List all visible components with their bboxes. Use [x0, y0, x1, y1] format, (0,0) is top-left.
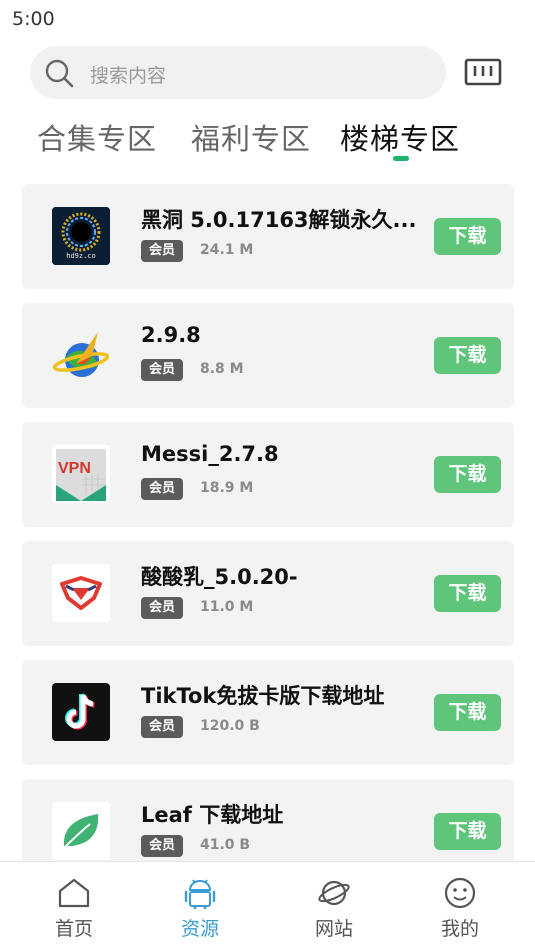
- tiktok-app-icon: [52, 683, 110, 741]
- app-size: 18.9 M: [200, 480, 254, 496]
- nav-resources[interactable]: 资源: [150, 876, 250, 941]
- member-badge: 会员: [141, 359, 184, 381]
- app-size: 24.1 M: [200, 242, 254, 258]
- app-name: Leaf 下载地址: [141, 803, 284, 827]
- scan-icon[interactable]: [464, 56, 502, 88]
- member-badge: 会员: [141, 597, 184, 619]
- download-button[interactable]: 下载: [434, 218, 501, 255]
- nav-websites-label: 网站: [314, 918, 353, 940]
- app-name: Messi_2.7.8: [141, 442, 279, 466]
- red-emblem-app-icon: [52, 564, 110, 622]
- bottom-nav: 首页 资源 网站 我的: [0, 861, 535, 951]
- download-button[interactable]: 下载: [434, 456, 501, 493]
- list-item[interactable]: VPN Messi_2.7.8 会员 18.9 M 下载: [22, 422, 514, 527]
- app-name: 酸酸乳_5.0.20-: [141, 565, 298, 589]
- app-name: 黑洞 5.0.17163解锁永久...: [141, 208, 417, 232]
- vpn-shield-app-icon: VPN: [52, 445, 110, 503]
- smiley-icon: [444, 877, 476, 909]
- app-name: TikTok免拔卡版下载地址: [141, 684, 385, 708]
- member-badge: 会员: [141, 478, 184, 500]
- member-badge: 会员: [141, 835, 184, 857]
- search-icon: [45, 59, 74, 88]
- black-hole-app-icon: hd9z.co: [52, 207, 110, 265]
- globe-rocket-app-icon: [52, 326, 110, 384]
- status-time: 5:00: [12, 8, 55, 30]
- nav-websites[interactable]: 网站: [284, 876, 384, 941]
- member-badge: 会员: [141, 716, 184, 738]
- download-button[interactable]: 下载: [434, 694, 501, 731]
- download-button[interactable]: 下载: [434, 337, 501, 374]
- app-size: 8.8 M: [200, 361, 244, 377]
- download-button[interactable]: 下载: [434, 575, 501, 612]
- list-item[interactable]: TikTok免拔卡版下载地址 会员 120.0 B 下载: [22, 660, 514, 765]
- download-button[interactable]: 下载: [434, 813, 501, 850]
- vpn-icon-text: VPN: [58, 460, 91, 477]
- list-item[interactable]: 酸酸乳_5.0.20- 会员 11.0 M 下载: [22, 541, 514, 646]
- black-hole-icon-text: hd9z.co: [66, 252, 96, 260]
- home-icon: [58, 878, 90, 908]
- list-item[interactable]: hd9z.co 黑洞 5.0.17163解锁永久... 会员 24.1 M 下载: [22, 184, 514, 289]
- search-row: 搜索内容: [30, 46, 505, 100]
- app-size: 41.0 B: [200, 837, 251, 853]
- app-name: 2.9.8: [141, 323, 201, 347]
- tab-collection[interactable]: 合集专区: [37, 116, 157, 158]
- tab-welfare[interactable]: 福利专区: [191, 116, 311, 158]
- nav-mine[interactable]: 我的: [410, 876, 510, 941]
- app-size: 120.0 B: [200, 718, 260, 734]
- app-size: 11.0 M: [200, 599, 254, 615]
- leaf-app-icon: [52, 802, 110, 860]
- nav-mine-label: 我的: [440, 918, 479, 940]
- category-tabs: 合集专区 福利专区 楼梯专区: [0, 116, 535, 166]
- tab-ladder[interactable]: 楼梯专区: [340, 116, 460, 158]
- search-placeholder: 搜索内容: [90, 65, 167, 87]
- planet-icon: [318, 880, 350, 906]
- nav-home[interactable]: 首页: [24, 876, 124, 941]
- tab-active-indicator: [393, 156, 409, 161]
- search-input[interactable]: 搜索内容: [30, 46, 446, 99]
- nav-home-label: 首页: [54, 918, 93, 940]
- member-badge: 会员: [141, 240, 184, 262]
- android-icon: [184, 879, 216, 909]
- list-item[interactable]: 2.9.8 会员 8.8 M 下载: [22, 303, 514, 408]
- nav-resources-label: 资源: [180, 918, 219, 940]
